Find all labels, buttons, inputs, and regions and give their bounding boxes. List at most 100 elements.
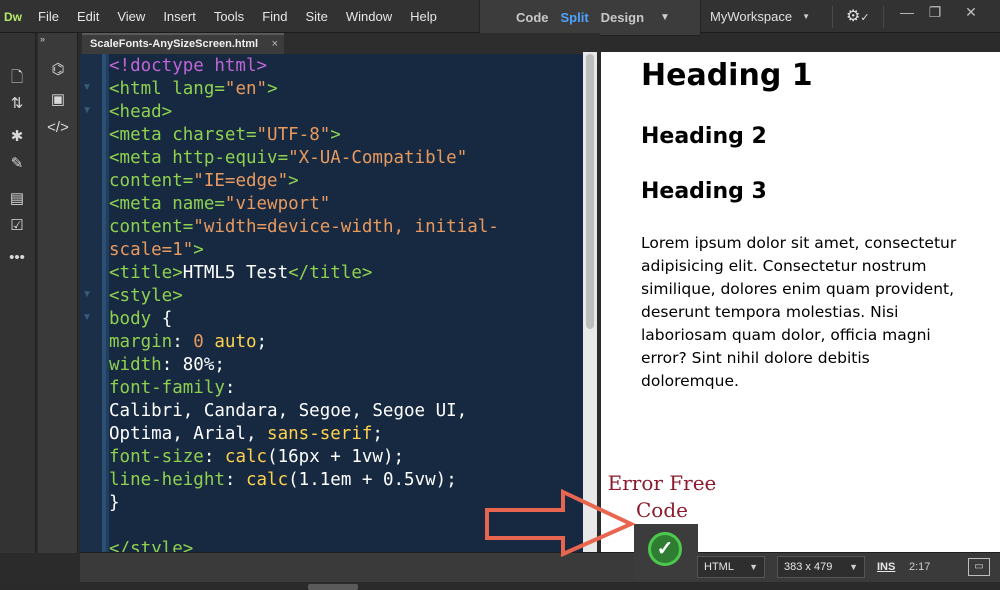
code-token: ;	[214, 355, 225, 375]
chevron-down-icon: ▼	[849, 562, 858, 572]
code-token: >	[193, 240, 204, 260]
validate-icon[interactable]: ☑	[6, 215, 28, 237]
comment-icon[interactable]: ▤	[6, 188, 28, 210]
workspace-label: MyWorkspace	[710, 9, 793, 24]
check-circle-icon[interactable]: ✓	[648, 532, 682, 566]
code-token: "X-UA-Compatible"	[288, 148, 468, 168]
fold-arrow-icon[interactable]: ▼	[82, 105, 92, 116]
code-token: <meta	[109, 194, 162, 214]
code-token: sans-serif	[267, 424, 373, 444]
tab-filename: ScaleFonts-AnySizeScreen.html	[90, 38, 259, 50]
minimize-icon[interactable]: —	[896, 3, 918, 21]
menu-window[interactable]: Window	[346, 9, 392, 24]
code-token: "UTF-8"	[256, 125, 331, 145]
window-size-value: 383 x 479	[784, 561, 833, 573]
more-icon[interactable]: •••	[6, 247, 28, 269]
fold-arrow-icon[interactable]: ▼	[82, 312, 92, 323]
code-token: 0	[182, 332, 215, 352]
tab-document[interactable]: ScaleFonts-AnySizeScreen.html ×	[82, 33, 284, 54]
menu-tools[interactable]: Tools	[214, 9, 244, 24]
code-token: http-equiv=	[161, 148, 289, 168]
expand-icon[interactable]: »	[40, 34, 45, 44]
menu-bar: Dw File Edit View Insert Tools Find Site…	[0, 0, 1000, 36]
split-view-button[interactable]: Split	[561, 10, 589, 25]
scrollbar-thumb[interactable]	[586, 54, 594, 329]
annotation-label: Error Free Code	[600, 470, 724, 524]
restore-icon[interactable]: ❐	[924, 3, 946, 21]
view-switcher: Code Split Design ▼	[479, 0, 701, 36]
fold-arrow-icon[interactable]: ▼	[82, 82, 92, 93]
chevron-down-icon: ▼	[802, 12, 811, 21]
code-token: content=	[109, 171, 194, 191]
workspace-switcher[interactable]: MyWorkspace ▼	[710, 0, 810, 33]
insert-mode-indicator[interactable]: INS	[877, 561, 895, 573]
code-token: Calibri, Candara, Segoe, Segoe UI,	[109, 401, 468, 421]
code-token: 80%	[172, 355, 215, 375]
menu-help[interactable]: Help	[410, 9, 437, 24]
code-token: "en"	[224, 79, 268, 99]
panel-toolbar: ⌬ ▣ </>	[38, 33, 78, 553]
code-token: >	[267, 79, 278, 99]
code-token: scale=1"	[109, 240, 194, 260]
menu-site[interactable]: Site	[305, 9, 327, 24]
code-token: "IE=edge"	[193, 171, 289, 191]
code-token: calc	[214, 447, 268, 467]
close-icon[interactable]: ×	[272, 35, 278, 54]
code-token: ;	[393, 447, 405, 467]
menu-insert[interactable]: Insert	[163, 9, 196, 24]
code-token: "viewport"	[224, 194, 331, 214]
code-icon[interactable]: </>	[47, 117, 69, 139]
code-token: "width=device-width, initial-	[193, 217, 499, 237]
code-token: HTML5 Test	[182, 263, 289, 283]
close-icon[interactable]: ✕	[960, 3, 982, 21]
fold-arrow-icon[interactable]: ▼	[82, 289, 92, 300]
window-size-select[interactable]: 383 x 479 ▼	[777, 556, 865, 578]
code-view-button[interactable]: Code	[516, 10, 549, 25]
horizontal-scrollbar[interactable]	[0, 582, 1000, 590]
code-token: line-height	[109, 470, 225, 490]
pen-icon[interactable]: ✎	[6, 153, 28, 175]
code-editor[interactable]: ▼ ▼ ▼ ▼ <!doctype html> <html lang="en">…	[80, 54, 596, 552]
horizontal-scrollbar-thumb[interactable]	[308, 584, 358, 590]
code-token: Optima, Arial,	[109, 424, 268, 444]
tag-icon[interactable]: ✱	[6, 126, 28, 148]
code-token: <!doctype html>	[109, 56, 268, 76]
design-view-button[interactable]: Design	[601, 10, 644, 25]
live-preview-icon[interactable]: ▭	[968, 558, 990, 576]
sitemap-icon[interactable]: ⌬	[47, 59, 69, 81]
document-type-value: HTML	[704, 561, 734, 573]
code-token: charset=	[161, 125, 257, 145]
code-token: <style>	[109, 286, 183, 306]
sort-icon[interactable]: ⇅	[6, 93, 28, 115]
code-token: width	[109, 355, 162, 375]
menu-find[interactable]: Find	[262, 9, 287, 24]
code-token: >	[288, 171, 299, 191]
code-token: <meta	[109, 125, 162, 145]
code-token: :	[203, 447, 215, 467]
code-token: {	[151, 309, 173, 329]
code-token: body	[109, 309, 152, 329]
code-token: (16px + 1vw)	[267, 447, 394, 467]
file-icon[interactable]: 🗋	[6, 67, 28, 89]
code-token: <meta	[109, 148, 162, 168]
menu-edit[interactable]: Edit	[77, 9, 99, 24]
chevron-down-icon: ▼	[749, 562, 758, 572]
document-type-select[interactable]: HTML ▼	[697, 556, 765, 578]
gear-icon[interactable]: ⚙✓	[846, 6, 870, 26]
menu-file[interactable]: File	[38, 9, 59, 24]
menu-view[interactable]: View	[117, 9, 145, 24]
chevron-down-icon[interactable]: ▼	[660, 12, 670, 23]
code-token: :	[161, 355, 173, 375]
code-token: lang=	[161, 79, 225, 99]
code-token: </title>	[288, 263, 373, 283]
left-toolbar: 🗋 ⇅ ✱ ✎ ▤ ☑ •••	[0, 33, 36, 553]
preview-heading-3: Heading 3	[641, 179, 767, 204]
code-token: >	[330, 125, 341, 145]
preview-heading-2: Heading 2	[641, 124, 767, 149]
code-token: font-size	[109, 447, 204, 467]
code-token: }	[109, 493, 120, 513]
cursor-position: 2:17	[909, 561, 931, 573]
annotation-line-2: Code	[636, 498, 688, 522]
code-token: font-family	[109, 378, 225, 398]
dom-icon[interactable]: ▣	[47, 89, 69, 111]
